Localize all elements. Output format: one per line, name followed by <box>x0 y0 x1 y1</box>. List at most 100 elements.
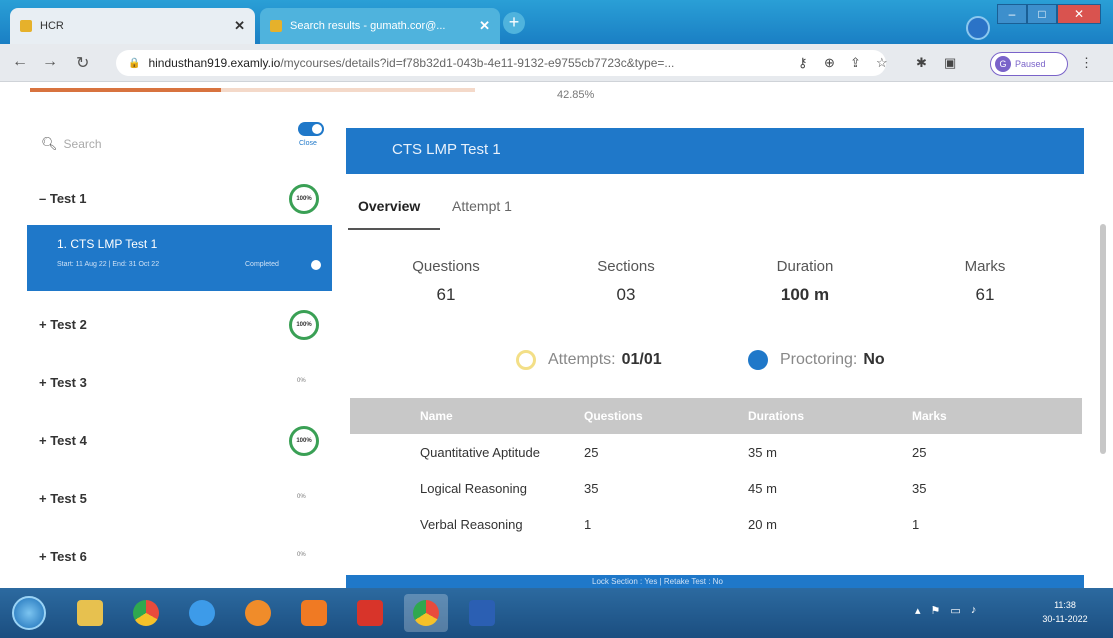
column-header-marks: Marks <box>912 409 947 423</box>
reload-icon[interactable]: ↻ <box>76 53 89 73</box>
firefox-icon <box>245 600 271 626</box>
sidebar-item-cts-lmp-test-1[interactable]: 1. CTS LMP Test 1 Start: 11 Aug 22 | End… <box>27 225 332 291</box>
tab-overview[interactable]: Overview <box>358 198 420 214</box>
test-tabs: Overview Attempt 1 <box>346 190 1084 230</box>
menu-kebab-icon[interactable]: ⋮ <box>1080 55 1093 71</box>
page-scrollbar[interactable] <box>1100 224 1106 454</box>
course-sidebar: 🔍︎ Search Close – Test 1 100% 1. CTS LMP… <box>27 100 332 588</box>
forward-arrow-icon[interactable]: → <box>42 53 58 71</box>
browser-tab-hcr[interactable]: HCR ✕ <box>10 8 255 44</box>
taskbar-app-file-explorer[interactable] <box>68 594 112 632</box>
active-item-status: Completed <box>245 261 279 268</box>
back-arrow-icon[interactable]: ← <box>12 53 28 71</box>
tab-close-icon[interactable]: ✕ <box>479 18 490 34</box>
taskbar-app-media-player[interactable] <box>292 594 336 632</box>
close-window-button[interactable]: ✕ <box>1057 4 1101 24</box>
stat-value: 61 <box>975 285 995 304</box>
url-host: hindusthan919.examly.io <box>148 56 281 70</box>
stat-value: 03 <box>616 285 636 304</box>
table-cell: 25 <box>584 445 599 460</box>
tab-attempt-1[interactable]: Attempt 1 <box>452 198 512 214</box>
page-title: CTS LMP Test 1 <box>392 141 501 158</box>
taskbar-app-chrome[interactable] <box>124 594 168 632</box>
table-cell: 1 <box>912 517 920 532</box>
sidebar-item-test-1[interactable]: – Test 1 100% <box>27 184 332 214</box>
stat-label: Sections <box>597 258 655 275</box>
new-tab-button[interactable]: + <box>503 12 525 34</box>
table-row: Verbal Reasoning 1 20 m 1 <box>350 506 1082 542</box>
tray-chevron-icon[interactable]: ▴ <box>915 604 921 617</box>
chrome-active-icon <box>413 600 439 626</box>
table-cell: 25 <box>912 445 927 460</box>
sidebar-item-test-4[interactable]: + Test 4 100% <box>27 426 332 456</box>
sidebar-item-test-3[interactable]: + Test 3 0% <box>27 368 332 398</box>
taskbar-app-firefox[interactable] <box>236 594 280 632</box>
search-input[interactable]: Search <box>64 137 102 151</box>
browser-tab-search[interactable]: Search results - gumath.cor@... ✕ <box>260 8 500 44</box>
windows-taskbar: ▴ ⚑ ▭ ♪ 11:38 30-11-2022 <box>0 588 1113 638</box>
table-cell: Quantitative Aptitude <box>420 445 540 460</box>
table-row: Quantitative Aptitude 25 35 m 25 <box>350 434 1082 470</box>
tray-volume-icon[interactable]: ♪ <box>971 604 977 617</box>
profile-status: Paused <box>1015 59 1046 69</box>
tray-flag-icon[interactable]: ⚑ <box>931 604 941 617</box>
chrome-icon <box>133 600 159 626</box>
key-icon[interactable]: ⚷ <box>798 55 808 71</box>
address-bar[interactable]: 🔒 hindusthan919.examly.io /mycourses/det… <box>116 50 886 76</box>
taskbar-app-word[interactable] <box>460 594 504 632</box>
clock-date: 30-11-2022 <box>1042 614 1088 624</box>
profile-avatar: G <box>995 56 1011 72</box>
sidebar-toggle[interactable] <box>298 122 324 136</box>
window-controls: – □ ✕ <box>997 4 1101 24</box>
sidebar-toggle-label: Close <box>299 140 317 147</box>
extensions-icon[interactable]: ✱ <box>916 55 927 71</box>
system-tray: ▴ ⚑ ▭ ♪ <box>915 604 976 617</box>
taskbar-app-internet-explorer[interactable] <box>180 594 224 632</box>
taskbar-app-wps-office[interactable] <box>348 594 392 632</box>
bookmark-star-icon[interactable]: ☆ <box>876 55 888 71</box>
stat-label: Duration <box>776 258 834 275</box>
side-panel-icon[interactable]: ▣ <box>944 55 956 71</box>
tray-network-icon[interactable]: ▭ <box>950 604 960 617</box>
completion-badge: 0% <box>297 494 306 500</box>
maximize-button[interactable]: □ <box>1027 4 1057 24</box>
attempts-info: Attempts: 01/01 <box>516 350 662 370</box>
windows-start-button[interactable] <box>12 596 46 630</box>
internet-explorer-icon <box>189 600 215 626</box>
sidebar-item-test-5[interactable]: + Test 5 0% <box>27 484 332 514</box>
table-cell: 35 <box>912 481 927 496</box>
stat-value: 61 <box>436 285 456 304</box>
search-icon: 🔍︎ <box>41 136 58 151</box>
stat-label: Marks <box>964 258 1006 275</box>
word-icon <box>469 600 495 626</box>
completion-badge: 100% <box>289 426 319 456</box>
tab-label: HCR <box>40 20 64 32</box>
completion-badge: 100% <box>289 310 319 340</box>
tab-close-icon[interactable]: ✕ <box>234 18 245 34</box>
sections-table: Name Questions Durations Marks Quantitat… <box>350 398 1082 542</box>
test-settings-text: Lock Section : Yes | Retake Test : No <box>592 577 723 586</box>
profile-paused-button[interactable]: G Paused <box>990 52 1068 76</box>
test-settings-banner: Lock Section : Yes | Retake Test : No <box>346 575 1084 589</box>
taskbar-app-chrome-active[interactable] <box>404 594 448 632</box>
minimize-button[interactable]: – <box>997 4 1027 24</box>
sidebar-item-label: + Test 6 <box>39 549 87 564</box>
active-tab-indicator <box>348 228 440 230</box>
browser-toolbar: ← → ↻ 🔒 hindusthan919.examly.io /mycours… <box>0 44 1113 82</box>
install-icon[interactable]: ⊕ <box>824 55 835 71</box>
sidebar-item-label: – Test 1 <box>39 191 87 206</box>
sidebar-item-label: + Test 3 <box>39 375 87 390</box>
share-icon[interactable]: ⇪ <box>850 55 861 71</box>
taskbar-clock[interactable]: 11:38 30-11-2022 <box>1030 598 1100 626</box>
course-progress-bar <box>30 88 475 92</box>
sidebar-item-test-6[interactable]: + Test 6 0% <box>27 542 332 572</box>
tab-favicon-icon <box>20 20 32 32</box>
completed-dot-icon <box>311 260 321 270</box>
browser-profile-icon[interactable] <box>966 16 990 40</box>
proctoring-value: No <box>863 351 885 368</box>
media-player-icon <box>301 600 327 626</box>
sidebar-search[interactable]: 🔍︎ Search <box>41 136 102 152</box>
table-cell: 45 m <box>748 481 777 496</box>
column-header-questions: Questions <box>584 409 643 423</box>
sidebar-item-test-2[interactable]: + Test 2 100% <box>27 310 332 340</box>
